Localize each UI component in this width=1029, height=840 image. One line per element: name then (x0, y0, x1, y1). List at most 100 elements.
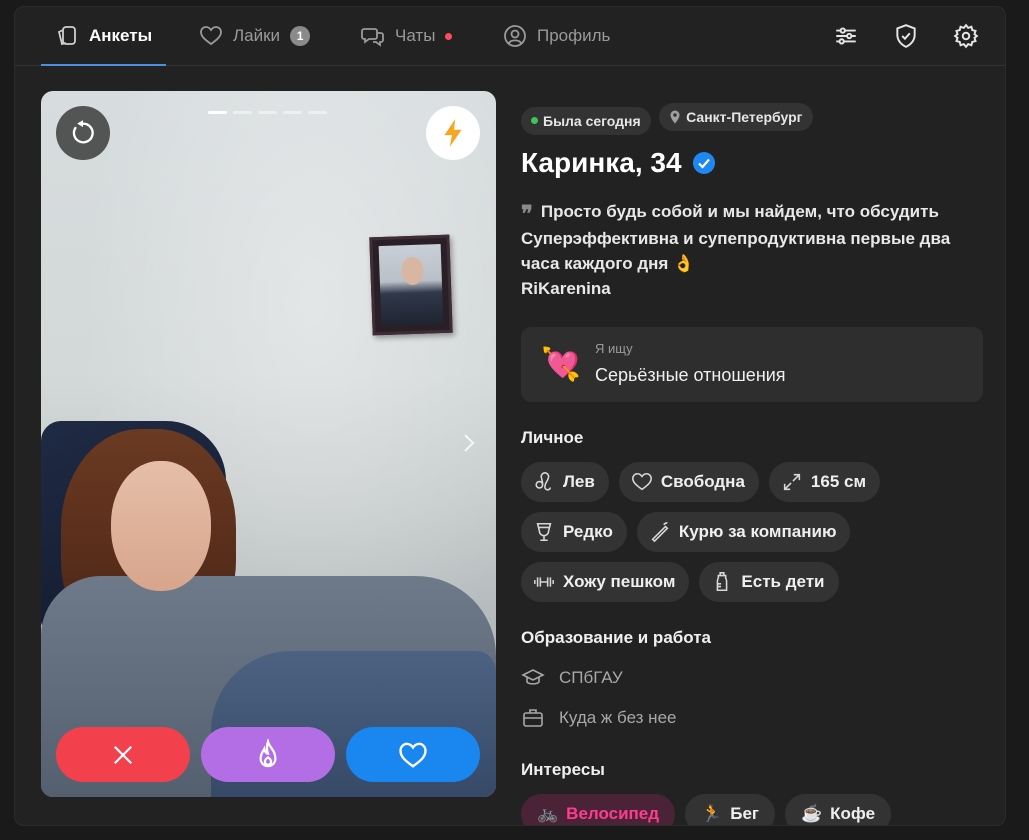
chip-label: Хожу пешком (563, 571, 676, 591)
interest-chips: 🚲 Велосипед 🏃 Бег ☕ Кофе (521, 793, 991, 825)
alcohol-chip: Редко (521, 511, 627, 552)
chip-label: Велосипед (566, 803, 660, 823)
city-text: Санкт-Петербург (686, 109, 803, 125)
wine-glass-icon (536, 522, 552, 541)
slide-dot[interactable] (233, 111, 252, 114)
bicycle-icon: 🚲 (537, 803, 559, 823)
likes-count-badge: 1 (290, 26, 311, 46)
looking-for-label: Я ищу (595, 340, 633, 356)
education-text: СПбГАУ (559, 667, 623, 687)
coffee-icon: ☕ (801, 803, 823, 823)
profile-bio: ❞ Просто будь собой и мы найдем, что обсу… (521, 199, 991, 301)
graduation-cap-icon (521, 668, 545, 685)
chip-label: Курю за компанию (678, 521, 837, 541)
like-button[interactable] (346, 727, 480, 782)
tab-label: Профиль (537, 26, 611, 45)
work-item: Куда ж без нее (521, 704, 991, 732)
app-window: Анкеты Лайки 1 Чаты Профиль Была сегодня… (14, 6, 1006, 826)
dislike-button[interactable] (56, 727, 190, 782)
kids-chip: Есть дети (699, 561, 839, 602)
height-chip: 165 см (768, 461, 881, 502)
top-navigation: Анкеты Лайки 1 Чаты Профиль (15, 7, 1005, 66)
close-icon (113, 745, 133, 764)
heart-arrow-icon: 💘 (541, 345, 581, 382)
heart-icon (200, 26, 222, 46)
tab-label: Анкеты (89, 26, 153, 45)
slide-dot[interactable] (283, 111, 302, 114)
filters-button[interactable] (833, 23, 859, 49)
slide-dot[interactable] (308, 111, 327, 114)
chip-label: Лев (563, 471, 595, 491)
profile-icon (504, 25, 526, 47)
education-section-title: Образование и работа (521, 627, 712, 647)
leo-icon (535, 471, 552, 491)
online-dot (531, 117, 538, 124)
interest-chip: ☕ Кофе (785, 793, 892, 825)
shield-check-icon (896, 24, 916, 48)
status-row: Была сегодня Санкт-Петербург (521, 103, 991, 135)
tab-likes[interactable]: Лайки 1 (199, 7, 311, 65)
relationship-chip: Свободна (618, 461, 759, 502)
activity-chip: Хожу пешком (521, 561, 690, 602)
looking-for-card: 💘 Я ищу Серьёзные отношения (521, 326, 983, 402)
tab-profile[interactable]: Профиль (503, 7, 610, 65)
tab-chats[interactable]: Чаты (361, 7, 453, 65)
chip-label: Есть дети (741, 571, 825, 591)
heart-icon (631, 472, 652, 490)
bio-line: Суперэффективна и супепродуктивна первые… (521, 228, 951, 248)
fire-icon (259, 738, 277, 767)
online-status-chip: Была сегодня (521, 106, 651, 135)
cigarette-icon (651, 521, 669, 542)
verified-badge-icon (692, 151, 715, 174)
settings-icon (953, 23, 979, 49)
expand-arrows-icon (783, 473, 801, 490)
interest-chip: 🚲 Велосипед (521, 793, 676, 825)
cards-icon (57, 26, 76, 46)
slide-dot[interactable] (208, 111, 227, 114)
briefcase-icon (523, 708, 543, 727)
chip-label: 165 см (810, 471, 867, 491)
tab-label: Чаты (395, 26, 436, 45)
chip-label: Свободна (660, 471, 745, 491)
name-row: Каринка, 34 (521, 147, 991, 179)
dumbbell-icon (534, 576, 554, 587)
heart-icon (399, 742, 427, 768)
photo-slide-indicator (208, 111, 327, 114)
runner-icon: 🏃 (701, 803, 723, 823)
wall-portrait (369, 234, 453, 336)
undo-button[interactable] (56, 106, 110, 160)
looking-for-value: Серьёзные отношения (595, 364, 786, 385)
bio-line: часа каждого дня 👌 (521, 253, 695, 273)
chevron-right-icon (464, 434, 475, 452)
tab-label: Лайки (233, 26, 281, 45)
education-item: СПбГАУ (521, 664, 991, 692)
smoking-chip: Курю за компанию (636, 511, 851, 552)
profile-name-age: Каринка, 34 (521, 146, 682, 178)
tab-profiles[interactable]: Анкеты (40, 7, 167, 66)
boost-button[interactable] (426, 106, 480, 160)
slide-dot[interactable] (258, 111, 277, 114)
interests-section-title: Интересы (521, 759, 605, 779)
city-chip: Санкт-Петербург (659, 103, 813, 131)
profile-info: Была сегодня Санкт-Петербург Каринка, 34… (521, 103, 991, 825)
chip-label: Бег (730, 803, 759, 823)
chip-label: Редко (563, 521, 613, 541)
filters-icon (836, 27, 856, 45)
chip-label: Кофе (830, 803, 876, 823)
bio-line: RiKarenina (521, 278, 611, 298)
personal-chips: Лев Свободна 165 см Редко Курю за компан… (521, 461, 991, 602)
lightning-icon (444, 119, 462, 147)
profile-photo[interactable] (41, 91, 496, 797)
baby-bottle-icon (717, 571, 728, 591)
work-text: Куда ж без нее (559, 707, 677, 727)
next-photo-arrow[interactable] (456, 431, 480, 455)
bio-line: Просто будь собой и мы найдем, что обсуд… (540, 201, 939, 221)
interest-chip: 🏃 Бег (685, 793, 775, 825)
unread-dot (445, 32, 453, 40)
location-pin-icon (670, 110, 680, 124)
settings-button[interactable] (953, 23, 979, 49)
safety-button[interactable] (893, 23, 919, 49)
superlike-button[interactable] (201, 727, 335, 782)
zodiac-chip: Лев (521, 461, 609, 502)
undo-icon (72, 120, 94, 144)
